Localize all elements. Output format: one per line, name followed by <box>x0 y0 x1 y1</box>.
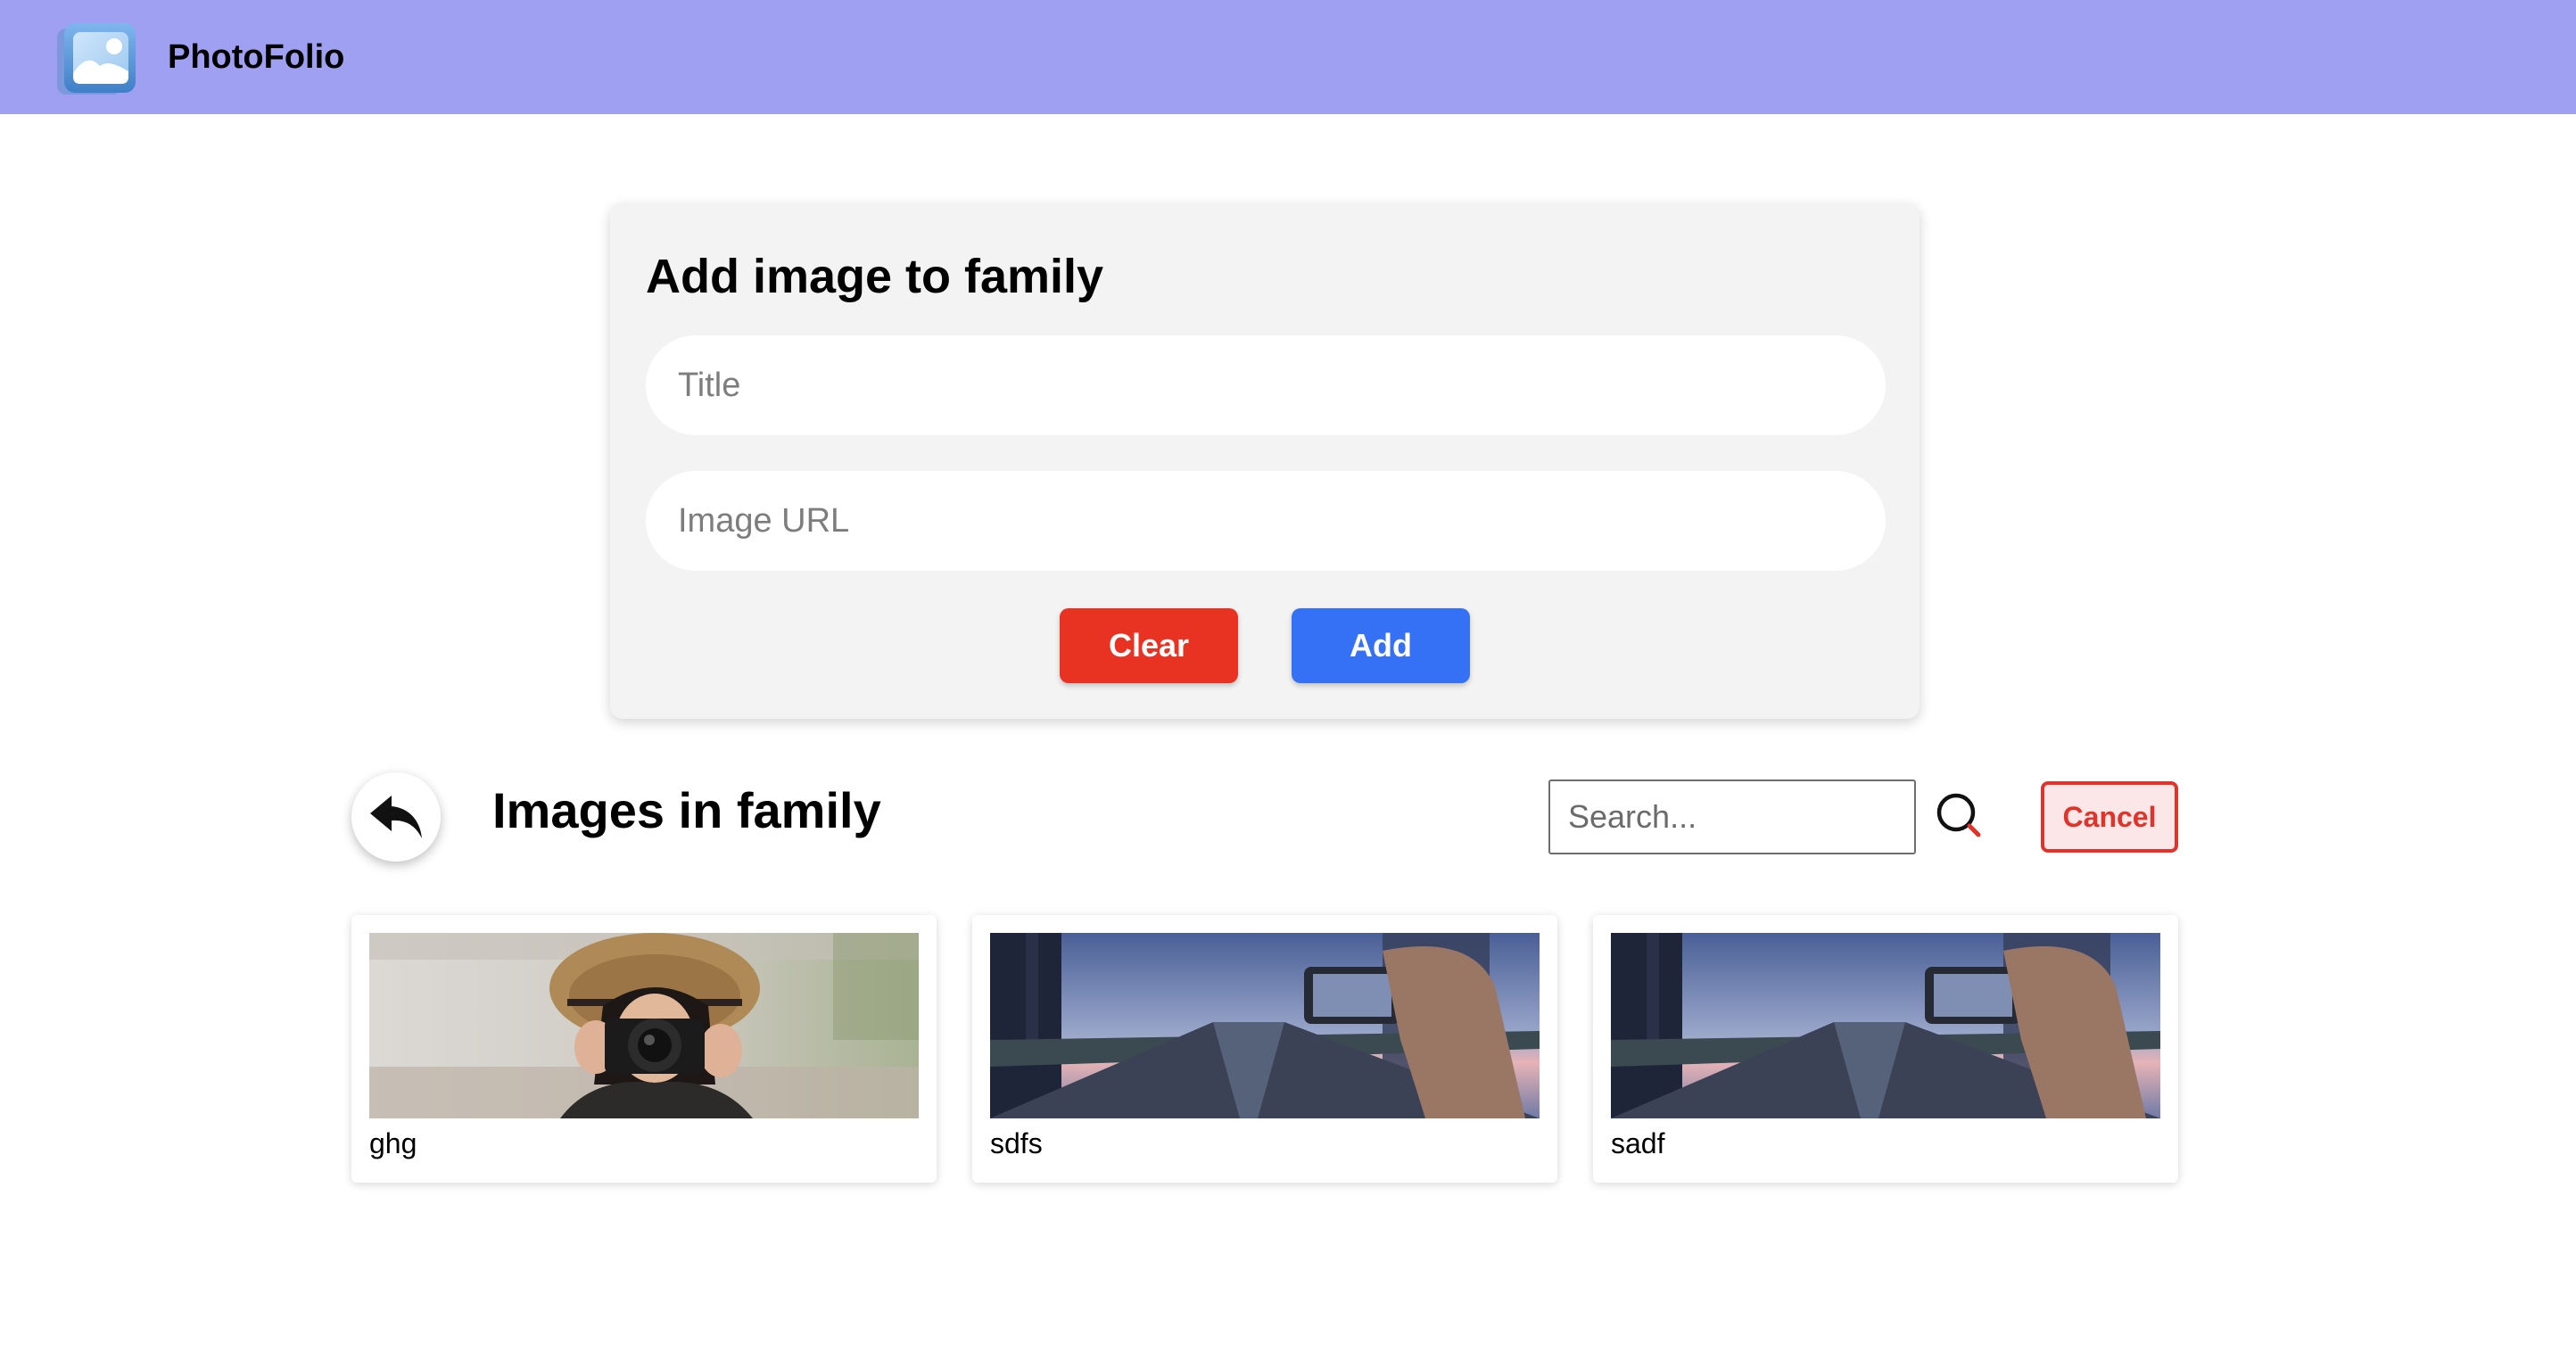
image-thumbnail[interactable] <box>990 933 1540 1118</box>
search-button[interactable] <box>1934 790 1987 844</box>
image-title: ghg <box>369 1127 417 1159</box>
navbar: PhotoFolio <box>0 0 2576 114</box>
clear-button[interactable]: Clear <box>1060 608 1238 683</box>
image-card[interactable]: sadf <box>1593 915 2178 1183</box>
image-url-input[interactable] <box>646 471 1886 571</box>
form-title: Add image to family <box>646 250 1104 303</box>
image-card[interactable]: sdfs <box>972 915 1557 1183</box>
reply-arrow-icon <box>370 796 422 838</box>
title-input[interactable] <box>646 335 1886 435</box>
search-input[interactable] <box>1548 779 1916 854</box>
image-thumbnail[interactable] <box>1611 933 2160 1118</box>
image-title: sadf <box>1611 1127 1665 1159</box>
add-button[interactable]: Add <box>1292 608 1470 683</box>
brand-name[interactable]: PhotoFolio <box>168 34 344 80</box>
photofolio-logo-icon[interactable] <box>54 20 139 100</box>
cancel-button[interactable]: Cancel <box>2041 781 2178 853</box>
image-title: sdfs <box>990 1127 1043 1159</box>
image-card[interactable]: ghg <box>351 915 937 1183</box>
back-button[interactable] <box>351 772 441 862</box>
image-thumbnail[interactable] <box>369 933 919 1118</box>
add-image-form: Add image to family Clear Add <box>610 203 1920 719</box>
magnifier-icon <box>1936 793 1981 837</box>
images-section-title: Images in family <box>492 782 881 838</box>
